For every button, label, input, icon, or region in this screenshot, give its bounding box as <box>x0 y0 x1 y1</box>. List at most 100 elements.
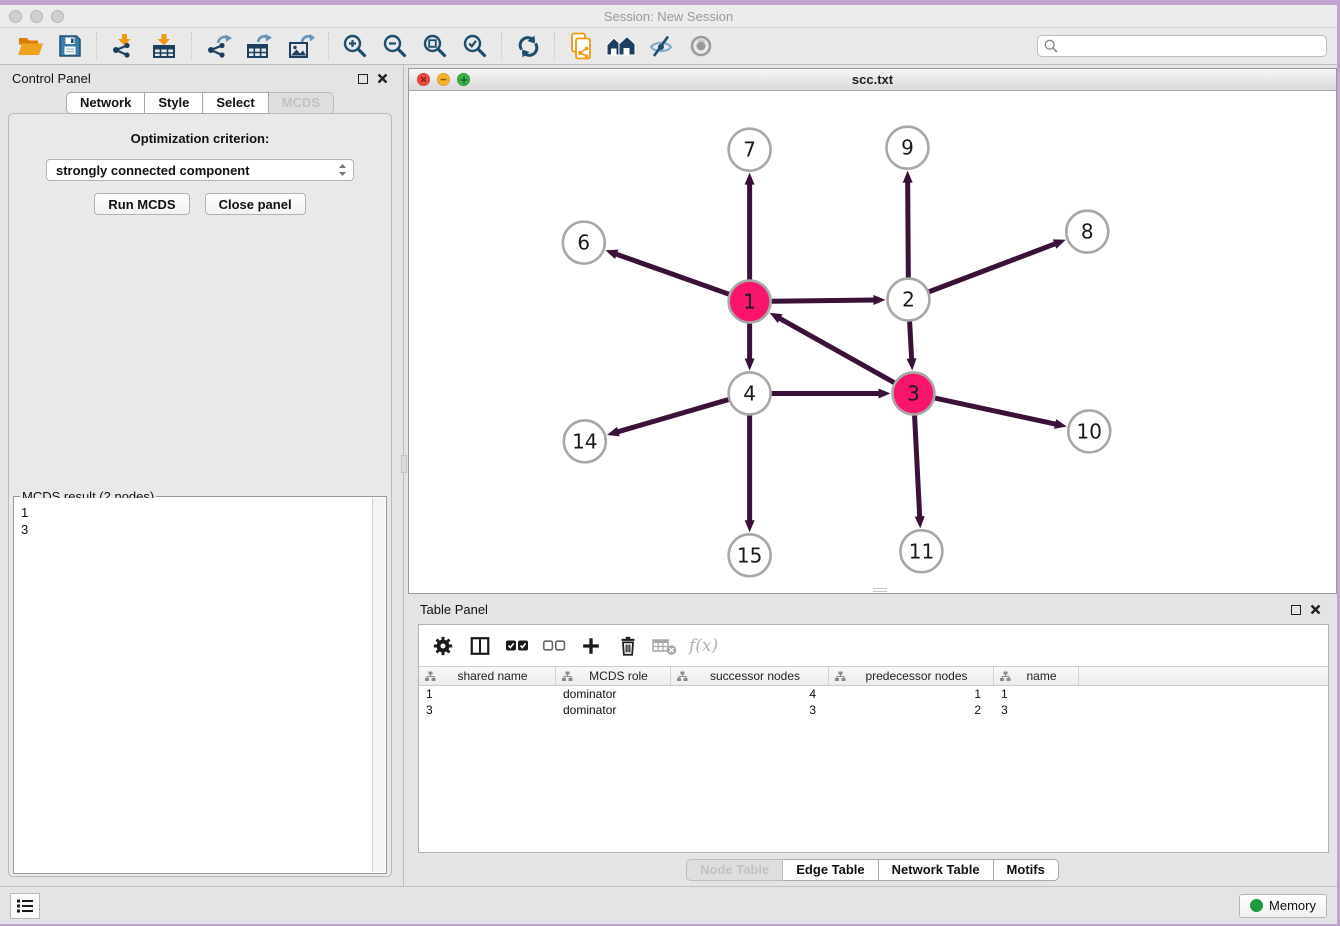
tab-network-table[interactable]: Network Table <box>879 859 994 881</box>
dropdown-selected-value: strongly connected component <box>56 163 338 178</box>
export-table-icon[interactable] <box>238 30 280 62</box>
table-cell: 3 <box>671 703 829 717</box>
search-box[interactable] <box>1037 35 1327 57</box>
export-network-icon[interactable] <box>198 30 238 62</box>
function-builder-icon[interactable]: f(x) <box>689 636 718 656</box>
graph-edge-3-11[interactable] <box>915 415 920 518</box>
node-label-10: 10 <box>1077 419 1102 443</box>
deselect-all-columns-icon[interactable] <box>539 631 569 661</box>
panel-divider[interactable] <box>400 65 408 886</box>
graph-edge-1-6[interactable] <box>615 254 729 295</box>
run-mcds-button[interactable]: Run MCDS <box>94 193 189 215</box>
select-all-columns-icon[interactable] <box>502 631 532 661</box>
first-neighbors-icon[interactable] <box>601 30 641 62</box>
save-session-icon[interactable] <box>50 30 90 62</box>
tab-select[interactable]: Select <box>203 92 268 114</box>
edge-arrowhead <box>607 427 620 437</box>
tab-mcds[interactable]: MCDS <box>269 92 334 114</box>
tab-edge-table[interactable]: Edge Table <box>783 859 878 881</box>
column-header-shared-name[interactable]: shared name <box>419 667 556 685</box>
zoom-out-icon[interactable] <box>375 30 415 62</box>
network-titlebar[interactable]: scc.txt <box>409 69 1336 91</box>
table-row[interactable]: 3dominator323 <box>419 702 1328 718</box>
table-rows: 1dominator4113dominator323 <box>419 686 1328 718</box>
tab-motifs[interactable]: Motifs <box>994 859 1059 881</box>
network-graph[interactable]: 7968124314101511 <box>409 91 1336 593</box>
graph-edge-2-9[interactable] <box>908 181 909 278</box>
delete-column-icon[interactable] <box>613 631 643 661</box>
tab-node-table[interactable]: Node Table <box>686 859 783 881</box>
graph-edge-3-1[interactable] <box>778 318 894 383</box>
toolbar-separator <box>501 32 502 60</box>
import-network-icon[interactable] <box>103 30 143 62</box>
delete-table-icon[interactable] <box>650 631 680 661</box>
optimization-criterion-dropdown[interactable]: strongly connected component <box>46 159 354 181</box>
table-row[interactable]: 1dominator411 <box>419 686 1328 702</box>
column-header-MCDS-role[interactable]: MCDS role <box>556 667 671 685</box>
edge-arrowhead <box>1053 239 1066 248</box>
table-cell: 3 <box>419 703 556 717</box>
task-history-button[interactable] <box>10 893 40 919</box>
canvas-resize-handle[interactable] <box>873 588 887 592</box>
graph-edge-2-8[interactable] <box>929 243 1056 291</box>
network-maximize-icon[interactable] <box>457 73 470 86</box>
table-cell: 1 <box>829 687 994 701</box>
network-close-icon[interactable] <box>417 73 430 86</box>
tab-style[interactable]: Style <box>145 92 203 114</box>
table-settings-gear-icon[interactable] <box>428 631 458 661</box>
close-panel-icon[interactable] <box>377 73 388 84</box>
window-title: Session: New Session <box>0 9 1337 24</box>
show-column-panel-icon[interactable] <box>465 631 495 661</box>
network-canvas[interactable]: 7968124314101511 <box>409 91 1336 593</box>
apply-layout-icon[interactable] <box>508 30 548 62</box>
network-minimize-icon[interactable] <box>437 73 450 86</box>
column-header-predecessor-nodes[interactable]: predecessor nodes <box>829 667 994 685</box>
column-header-successor-nodes[interactable]: successor nodes <box>671 667 829 685</box>
control-panel-tabs: NetworkStyleSelectMCDS <box>0 92 400 114</box>
column-header-name[interactable]: name <box>994 667 1079 685</box>
search-icon <box>1044 39 1058 53</box>
memory-button[interactable]: Memory <box>1239 894 1327 918</box>
graph-edge-4-14[interactable] <box>616 400 728 433</box>
tab-network[interactable]: Network <box>66 92 145 114</box>
main-toolbar <box>0 28 1337 65</box>
toolbar-separator <box>554 32 555 60</box>
import-table-icon[interactable] <box>143 30 185 62</box>
close-panel-button[interactable]: Close panel <box>205 193 306 215</box>
table-cell: 2 <box>829 703 994 717</box>
zoom-selected-icon[interactable] <box>455 30 495 62</box>
table-cell: 1 <box>419 687 556 701</box>
graph-edge-3-10[interactable] <box>935 398 1057 424</box>
search-input[interactable] <box>1063 39 1320 53</box>
open-session-icon[interactable] <box>10 30 50 62</box>
export-image-icon[interactable] <box>280 30 322 62</box>
graph-edge-2-3[interactable] <box>910 321 912 360</box>
float-panel-icon[interactable] <box>358 74 368 84</box>
graph-edge-1-2[interactable] <box>772 300 876 301</box>
node-label-7: 7 <box>743 138 756 162</box>
clone-network-icon[interactable] <box>561 30 601 62</box>
memory-button-label: Memory <box>1269 898 1316 913</box>
edge-arrowhead <box>915 516 925 528</box>
divider-handle[interactable] <box>401 455 407 473</box>
table-cell: 3 <box>994 703 1079 717</box>
zoom-in-icon[interactable] <box>335 30 375 62</box>
edge-arrowhead <box>1054 419 1067 429</box>
float-table-panel-icon[interactable] <box>1291 605 1301 615</box>
node-label-2: 2 <box>902 288 915 312</box>
edge-arrowhead <box>903 171 913 183</box>
hide-selected-icon[interactable] <box>641 30 681 62</box>
edge-arrowhead <box>907 358 917 370</box>
result-scrollbar[interactable] <box>372 498 385 872</box>
node-label-1: 1 <box>743 290 756 314</box>
node-label-11: 11 <box>909 539 934 563</box>
mcds-result-box: MCDS result (2 nodes) 13 <box>13 496 387 874</box>
zoom-fit-icon[interactable] <box>415 30 455 62</box>
table-panel: Table Panel <box>408 597 1337 886</box>
table-panel-title: Table Panel <box>420 602 488 617</box>
create-column-icon[interactable] <box>576 631 606 661</box>
mcds-result-list[interactable]: 13 <box>15 498 372 872</box>
node-label-8: 8 <box>1081 220 1094 244</box>
show-all-icon[interactable] <box>681 30 721 62</box>
close-table-panel-icon[interactable] <box>1310 604 1321 615</box>
